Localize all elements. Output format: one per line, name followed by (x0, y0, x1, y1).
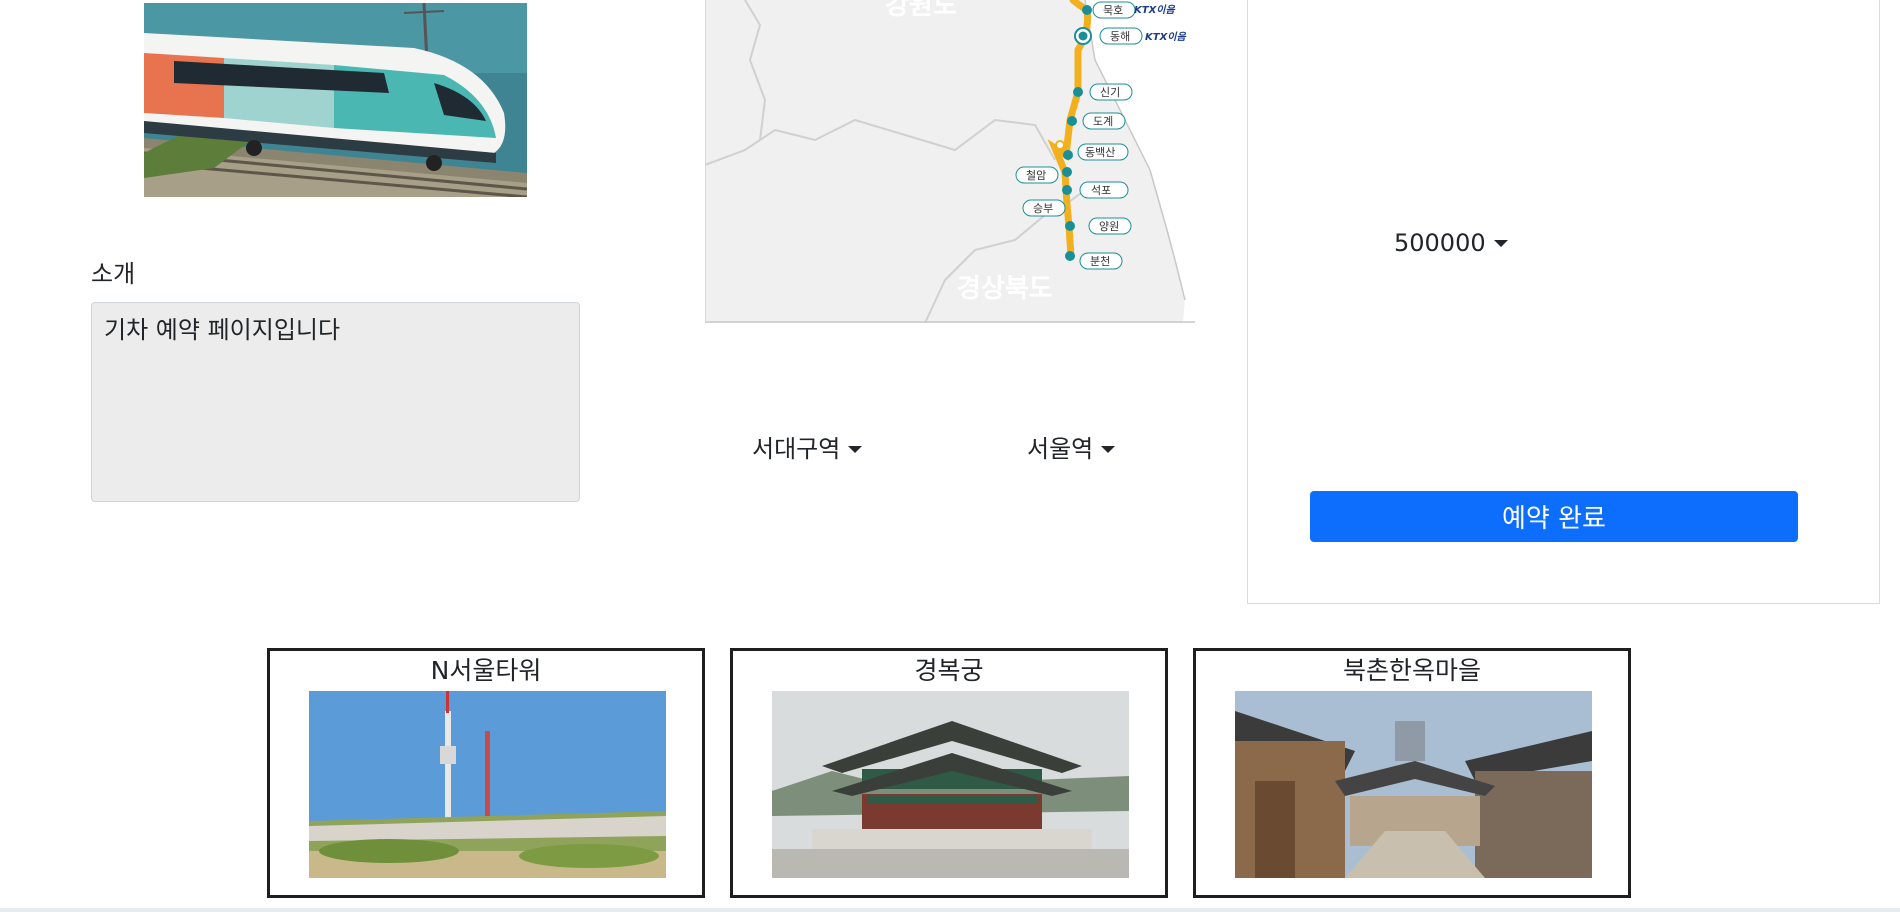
departure-station-value: 서대구역 (752, 435, 841, 463)
arrival-station-dropdown[interactable]: 서울역 (1027, 433, 1116, 465)
route-map-graphic: 강원도 경상북도 묵호 동해 신기 도계 동백산 철암 석포 승부 양원 분천 … (705, 0, 1195, 323)
attraction-card-bukchon-hanok-village[interactable]: 북촌한옥마을 (1193, 648, 1631, 898)
station-label: 신기 (1100, 86, 1120, 99)
station-label: 양원 (1099, 220, 1119, 233)
train-reservation-page: 소개 기차 예약 페이지입니다 강원도 경상북도 묵호 동해 신기 도계 동백산… (0, 0, 1900, 912)
station-label: 도계 (1093, 115, 1113, 128)
station-label: 분천 (1090, 254, 1110, 268)
attraction-title: 경복궁 (914, 656, 984, 685)
attraction-title: N서울타워 (430, 656, 542, 685)
attraction-title: 북촌한옥마을 (1342, 656, 1481, 685)
reservation-complete-button[interactable]: 예약 완료 (1310, 491, 1798, 542)
attraction-card-gyeongbokgung[interactable]: 경복궁 (730, 648, 1168, 898)
attraction-photo (1235, 691, 1592, 878)
arrival-station-value: 서울역 (1027, 435, 1094, 463)
station-label: 묵호 (1103, 4, 1123, 17)
ktx-badge: KTX이음 (1134, 4, 1175, 16)
price-value: 500000 (1394, 229, 1486, 257)
intro-textarea[interactable]: 기차 예약 페이지입니다 (91, 302, 580, 502)
caret-down-icon (1101, 445, 1116, 453)
region-label-top: 강원도 (885, 0, 957, 21)
station-label: 동해 (1110, 29, 1130, 43)
station-label: 철암 (1026, 169, 1046, 182)
caret-down-icon (1493, 239, 1508, 247)
station-label: 승부 (1033, 202, 1053, 215)
caret-down-icon (848, 445, 863, 453)
region-label-bottom: 경상북도 (957, 274, 1053, 304)
departure-station-dropdown[interactable]: 서대구역 (752, 433, 863, 465)
route-map: 강원도 경상북도 묵호 동해 신기 도계 동백산 철암 석포 승부 양원 분천 … (705, 0, 1195, 323)
station-label: 동백산 (1085, 146, 1115, 159)
attraction-photo (309, 691, 666, 878)
page-bottom-divider (0, 908, 1900, 912)
train-photo (144, 3, 527, 197)
price-dropdown[interactable]: 500000 (1394, 227, 1508, 259)
attraction-photo (772, 691, 1129, 878)
ktx-badge: KTX이음 (1145, 31, 1186, 43)
station-label: 석포 (1091, 184, 1111, 197)
attraction-card-namsan-tower[interactable]: N서울타워 (267, 648, 705, 898)
intro-label: 소개 (91, 260, 136, 288)
